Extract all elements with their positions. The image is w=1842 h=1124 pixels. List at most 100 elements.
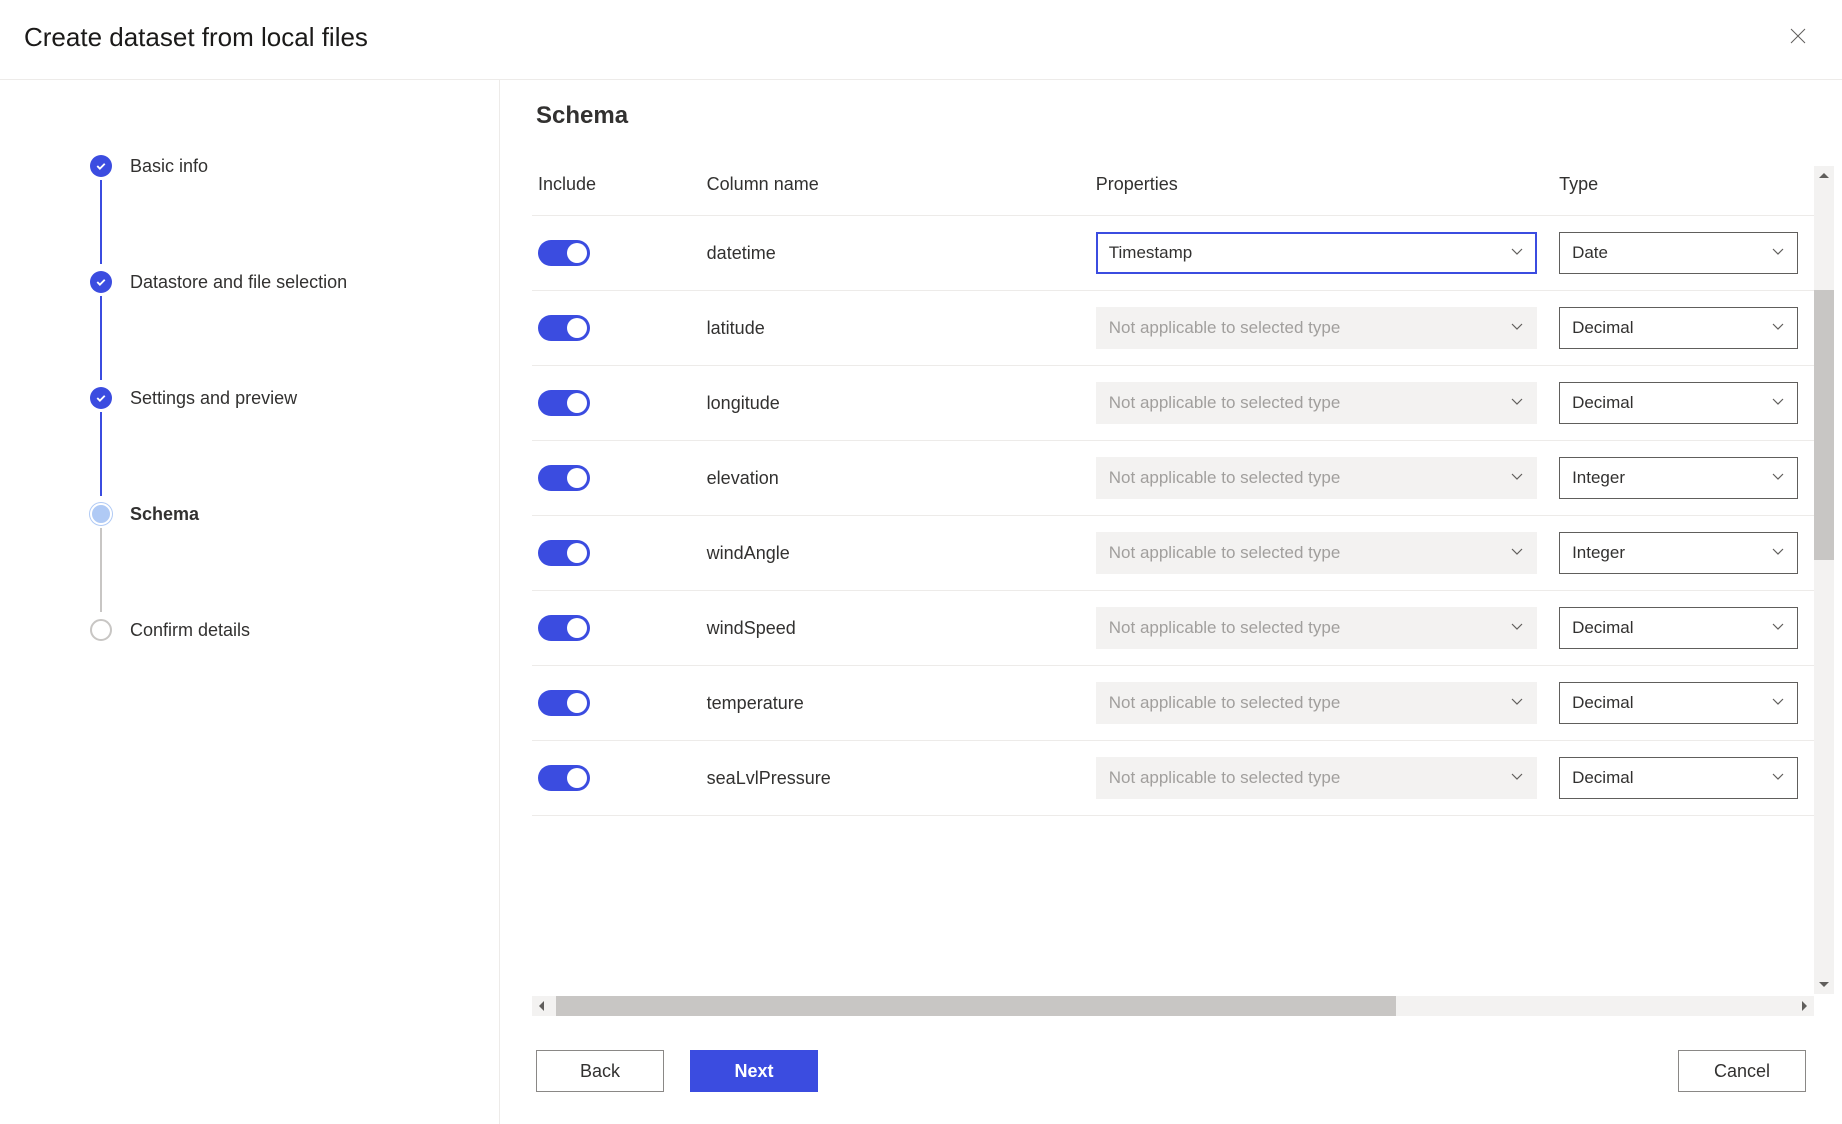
- table-row: elevation Not applicable to selected type…: [532, 441, 1814, 516]
- toggle-knob: [567, 393, 587, 413]
- column-name-cell: temperature: [701, 666, 1090, 741]
- type-select[interactable]: Integer: [1559, 457, 1798, 499]
- chevron-down-icon: [1510, 618, 1524, 638]
- properties-select-disabled: Not applicable to selected type: [1096, 307, 1537, 349]
- type-select[interactable]: Decimal: [1559, 757, 1798, 799]
- step-label: Basic info: [130, 156, 208, 177]
- wizard-step[interactable]: Confirm details: [90, 616, 459, 644]
- select-value: Timestamp: [1109, 243, 1192, 263]
- select-value: Decimal: [1572, 318, 1633, 338]
- chevron-down-icon: [1510, 543, 1524, 563]
- select-value: Not applicable to selected type: [1109, 468, 1341, 488]
- table-row: latitude Not applicable to selected type D…: [532, 291, 1814, 366]
- close-button[interactable]: [1782, 20, 1814, 55]
- column-name-cell: windSpeed: [701, 591, 1090, 666]
- select-value: Not applicable to selected type: [1109, 318, 1341, 338]
- toggle-knob: [567, 618, 587, 638]
- select-value: Not applicable to selected type: [1109, 693, 1341, 713]
- scroll-right-arrow[interactable]: [1794, 996, 1814, 1016]
- column-name-cell: elevation: [701, 441, 1090, 516]
- chevron-down-icon: [1510, 768, 1524, 788]
- toggle-knob: [567, 243, 587, 263]
- step-label: Schema: [130, 504, 199, 525]
- dialog-title: Create dataset from local files: [24, 22, 368, 53]
- step-marker-icon: [90, 619, 112, 641]
- step-label: Datastore and file selection: [130, 272, 347, 293]
- properties-select-disabled: Not applicable to selected type: [1096, 607, 1537, 649]
- table-row: temperature Not applicable to selected ty…: [532, 666, 1814, 741]
- vertical-scroll-thumb[interactable]: [1814, 290, 1834, 560]
- include-toggle[interactable]: [538, 615, 590, 641]
- step-label: Confirm details: [130, 620, 250, 641]
- include-toggle[interactable]: [538, 765, 590, 791]
- select-value: Integer: [1572, 468, 1625, 488]
- type-select[interactable]: Date: [1559, 232, 1798, 274]
- col-header-include: Include: [532, 166, 701, 216]
- table-row: windSpeedNot applicable to selected type…: [532, 591, 1814, 666]
- step-label: Settings and preview: [130, 388, 297, 409]
- table-row: seaLvlPressure Not applicable to selected…: [532, 741, 1814, 816]
- select-value: Decimal: [1572, 693, 1633, 713]
- back-button[interactable]: Back: [536, 1050, 664, 1092]
- wizard-step[interactable]: Schema: [90, 500, 459, 528]
- wizard-step[interactable]: Datastore and file selection: [90, 268, 459, 296]
- chevron-down-icon: [1510, 468, 1524, 488]
- wizard-sidebar: Basic info Datastore and file selection Se…: [0, 80, 500, 1124]
- chevron-down-icon: [1510, 243, 1524, 263]
- col-header-type: Type: [1553, 166, 1814, 216]
- table-row: windAngle Not applicable to selected type…: [532, 516, 1814, 591]
- select-value: Date: [1572, 243, 1608, 263]
- check-icon: [90, 271, 112, 293]
- chevron-down-icon: [1510, 693, 1524, 713]
- footer: Back Next Cancel: [532, 1018, 1842, 1124]
- toggle-knob: [567, 468, 587, 488]
- table-row: datetimeTimestampDate: [532, 216, 1814, 291]
- select-value: Not applicable to selected type: [1109, 393, 1341, 413]
- select-value: Not applicable to selected type: [1109, 768, 1341, 788]
- check-icon: [90, 155, 112, 177]
- column-name-cell: windAngle: [701, 516, 1090, 591]
- scroll-up-arrow[interactable]: [1814, 166, 1834, 186]
- include-toggle[interactable]: [538, 690, 590, 716]
- properties-select-disabled: Not applicable to selected type: [1096, 457, 1537, 499]
- vertical-scrollbar[interactable]: [1814, 166, 1834, 994]
- wizard-step[interactable]: Settings and preview: [90, 384, 459, 412]
- include-toggle[interactable]: [538, 465, 590, 491]
- chevron-down-icon: [1771, 243, 1785, 263]
- column-name-cell: seaLvlPressure: [701, 741, 1090, 816]
- step-marker-icon: [90, 503, 112, 525]
- type-select[interactable]: Decimal: [1559, 607, 1798, 649]
- include-toggle[interactable]: [538, 240, 590, 266]
- toggle-knob: [567, 543, 587, 563]
- scroll-down-arrow[interactable]: [1814, 974, 1834, 994]
- type-select[interactable]: Decimal: [1559, 382, 1798, 424]
- table-row: longitudeNot applicable to selected type…: [532, 366, 1814, 441]
- chevron-down-icon: [1510, 393, 1524, 413]
- scroll-left-arrow[interactable]: [532, 996, 552, 1016]
- check-icon: [90, 387, 112, 409]
- toggle-knob: [567, 318, 587, 338]
- include-toggle[interactable]: [538, 390, 590, 416]
- include-toggle[interactable]: [538, 540, 590, 566]
- type-select[interactable]: Integer: [1559, 532, 1798, 574]
- select-value: Not applicable to selected type: [1109, 543, 1341, 563]
- column-name-cell: latitude: [701, 291, 1090, 366]
- select-value: Decimal: [1572, 618, 1633, 638]
- chevron-down-icon: [1771, 318, 1785, 338]
- type-select[interactable]: Decimal: [1559, 307, 1798, 349]
- select-value: Integer: [1572, 543, 1625, 563]
- properties-select[interactable]: Timestamp: [1096, 232, 1537, 274]
- type-select[interactable]: Decimal: [1559, 682, 1798, 724]
- horizontal-scroll-thumb[interactable]: [556, 996, 1396, 1016]
- next-button[interactable]: Next: [690, 1050, 818, 1092]
- dialog-header: Create dataset from local files: [0, 0, 1842, 80]
- cancel-button[interactable]: Cancel: [1678, 1050, 1806, 1092]
- wizard-step[interactable]: Basic info: [90, 152, 459, 180]
- chevron-down-icon: [1771, 693, 1785, 713]
- horizontal-scrollbar[interactable]: [532, 996, 1814, 1016]
- close-icon: [1790, 28, 1806, 44]
- select-value: Decimal: [1572, 768, 1633, 788]
- toggle-knob: [567, 693, 587, 713]
- select-value: Decimal: [1572, 393, 1633, 413]
- include-toggle[interactable]: [538, 315, 590, 341]
